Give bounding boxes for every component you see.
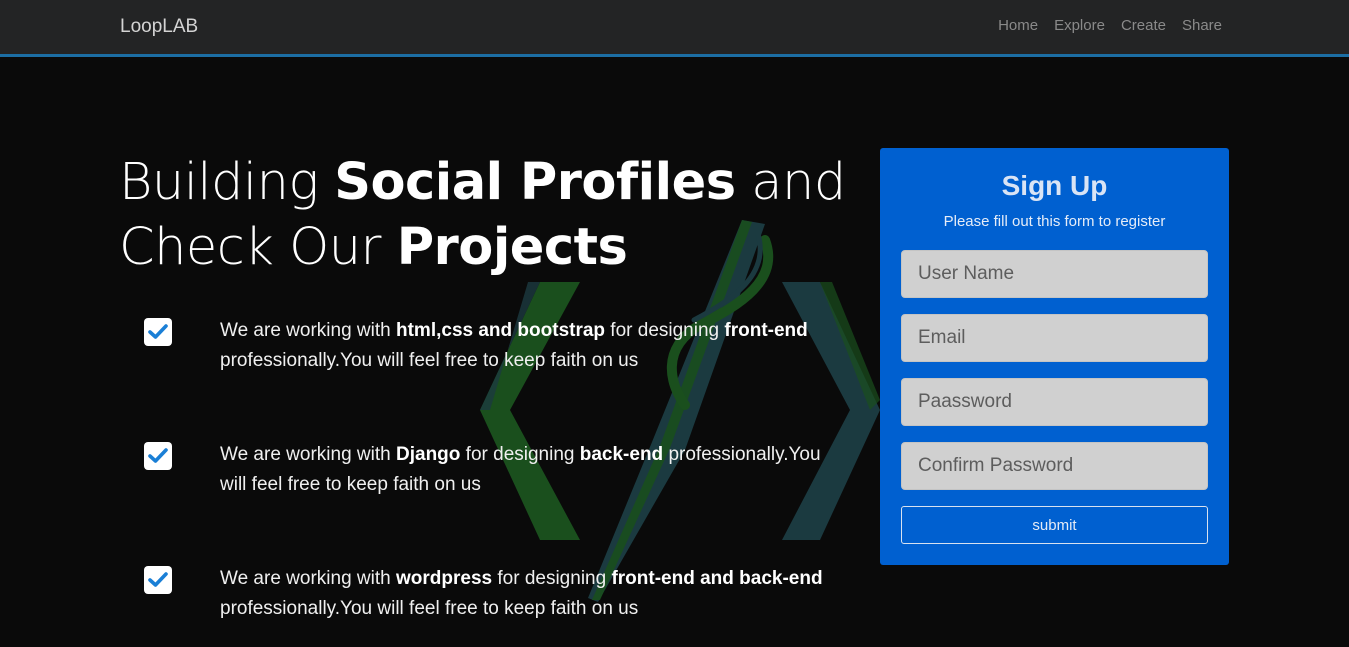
- hero-headline: Building Social Profiles and Check Our P…: [119, 150, 846, 280]
- feature-text: We are working with wordpress for design…: [220, 564, 830, 624]
- feature-text-bold: front-end: [724, 320, 808, 341]
- feature-text-bold: wordpress: [396, 568, 493, 589]
- navbar: LoopLAB Home Explore Create Share: [0, 0, 1349, 57]
- checkbox-checked-icon: [144, 566, 172, 594]
- nav-link-home[interactable]: Home: [998, 17, 1038, 34]
- hero-line2-light: Check Our: [119, 218, 397, 277]
- hero-line1-tail: and: [735, 153, 846, 212]
- feature-text-part: We are working with: [220, 568, 396, 589]
- feature-text-part: for designing: [460, 444, 580, 465]
- confirm-password-input[interactable]: [901, 442, 1208, 490]
- nav-link-share[interactable]: Share: [1182, 17, 1222, 34]
- feature-text-part: professionally.You will feel free to kee…: [220, 598, 639, 619]
- feature-text: We are working with html,css and bootstr…: [220, 316, 830, 376]
- nav-link-explore[interactable]: Explore: [1054, 17, 1105, 34]
- feature-text-part: for designing: [492, 568, 612, 589]
- brand-logo[interactable]: LoopLAB: [120, 16, 198, 38]
- feature-text-part: We are working with: [220, 320, 396, 341]
- hero-line1-strong: Social Profiles: [334, 153, 736, 212]
- signup-title: Sign Up: [1001, 170, 1108, 201]
- feature-text-part: professionally.You will feel free to kee…: [220, 350, 639, 371]
- nav-links: Home Explore Create Share: [998, 17, 1222, 34]
- feature-text-bold: back-end: [579, 444, 664, 465]
- signup-subtitle: Please fill out this form to register: [943, 213, 1166, 230]
- feature-text-bold: html,css and bootstrap: [396, 320, 606, 341]
- feature-text-bold: Django: [396, 444, 461, 465]
- checkbox-checked-icon: [144, 442, 172, 470]
- checkbox-checked-icon: [144, 318, 172, 346]
- email-input[interactable]: [901, 314, 1208, 362]
- hero-line1-light: Building: [119, 153, 335, 212]
- feature-text-part: for designing: [605, 320, 725, 341]
- submit-button[interactable]: submit: [901, 506, 1208, 544]
- nav-link-create[interactable]: Create: [1121, 17, 1166, 34]
- feature-text-part: We are working with: [220, 444, 396, 465]
- feature-text: We are working with Django for designing…: [220, 440, 830, 500]
- hero-line2-strong: Projects: [396, 218, 628, 277]
- username-input[interactable]: [901, 250, 1208, 298]
- password-input[interactable]: [901, 378, 1208, 426]
- signup-form: Sign Up Please fill out this form to reg…: [880, 148, 1229, 565]
- feature-text-bold: front-end and back-end: [611, 568, 823, 589]
